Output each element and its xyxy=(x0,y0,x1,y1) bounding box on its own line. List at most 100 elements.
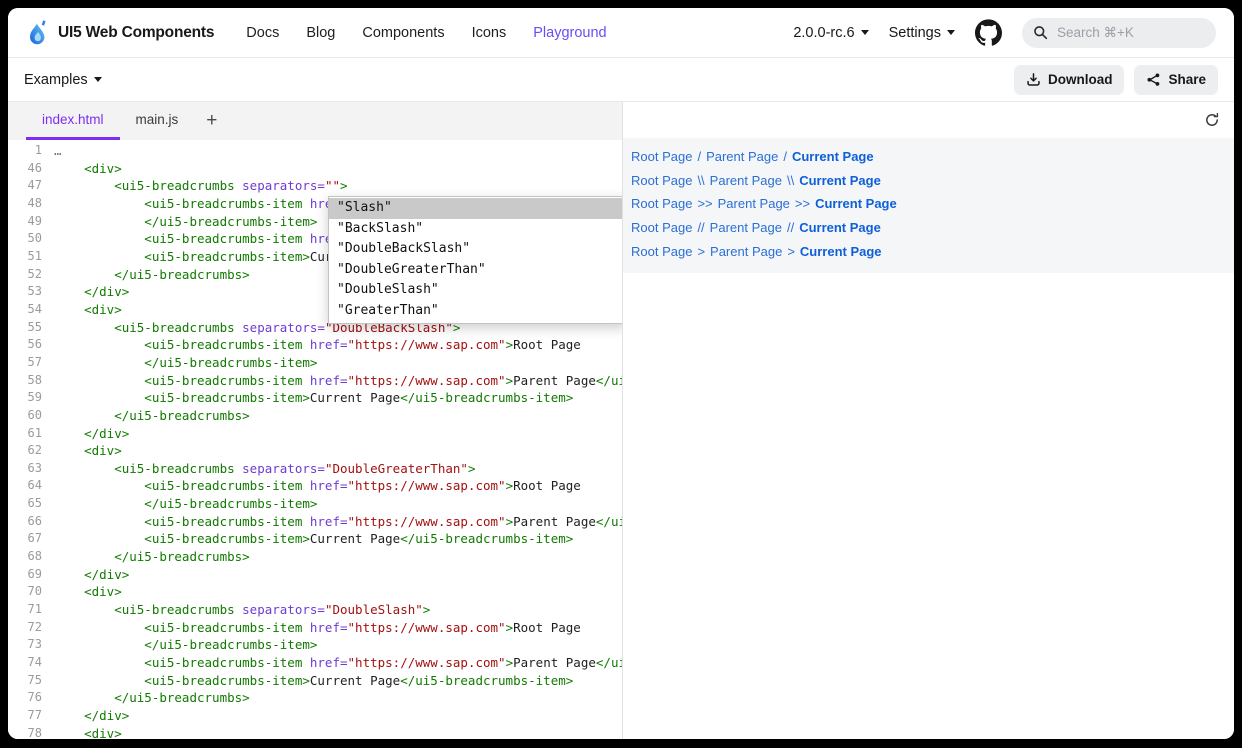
code-line[interactable]: 77 </div> xyxy=(8,707,622,725)
chevron-down-icon xyxy=(947,30,955,35)
code-token: href= xyxy=(302,619,347,637)
breadcrumb-current: Current Page xyxy=(815,196,897,211)
code-token: <ui5-breadcrumbs-item xyxy=(54,654,302,672)
code-token: > xyxy=(506,372,514,390)
code-line[interactable]: 68 </ui5-breadcrumbs> xyxy=(8,548,622,566)
code-line[interactable]: 60 </ui5-breadcrumbs> xyxy=(8,407,622,425)
breadcrumb-link[interactable]: Parent Page xyxy=(706,149,778,164)
code-token: <ui5-breadcrumbs xyxy=(54,319,235,337)
settings-menu[interactable]: Settings xyxy=(889,25,955,41)
breadcrumbs-preview: Root Page/Parent Page/Current PageRoot P… xyxy=(623,138,1234,273)
brand-logo[interactable]: UI5 Web Components xyxy=(26,19,214,46)
tab-main-js[interactable]: main.js xyxy=(120,102,195,140)
editor-tabbar: index.htmlmain.js + xyxy=(8,102,622,140)
nav-link-playground[interactable]: Playground xyxy=(533,25,606,41)
code-line[interactable]: 65 </ui5-breadcrumbs-item> xyxy=(8,495,622,513)
code-token: <ui5-breadcrumbs-item xyxy=(54,230,302,248)
autocomplete-option[interactable]: "GreaterThan" xyxy=(329,301,622,322)
code-line[interactable]: 72 <ui5-breadcrumbs-item href="https://w… xyxy=(8,619,622,637)
code-editor[interactable]: 1…46 <div>47 <ui5-breadcrumbs separators… xyxy=(8,140,622,739)
code-token: </div> xyxy=(54,283,129,301)
github-link[interactable] xyxy=(975,19,1002,46)
breadcrumb-link[interactable]: Root Page xyxy=(631,173,692,188)
code-line[interactable]: 67 <ui5-breadcrumbs-item>Current Page</u… xyxy=(8,530,622,548)
code-token: </div> xyxy=(54,425,129,443)
code-token: <ui5-breadcrumbs-item> xyxy=(54,389,310,407)
autocomplete-option[interactable]: "DoubleBackSlash" xyxy=(329,239,622,260)
code-line[interactable]: 69 </div> xyxy=(8,566,622,584)
line-number: 53 xyxy=(8,283,54,301)
code-line[interactable]: 70 <div> xyxy=(8,583,622,601)
code-token: </ui5-breadcrumbs-item> xyxy=(400,672,573,690)
code-token: <ui5-breadcrumbs xyxy=(54,601,235,619)
version-selector[interactable]: 2.0.0-rc.6 xyxy=(793,25,868,41)
autocomplete-option[interactable]: "BackSlash" xyxy=(329,219,622,240)
download-button[interactable]: Download xyxy=(1014,65,1125,95)
tab-index-html[interactable]: index.html xyxy=(26,102,120,140)
code-line[interactable]: 73 </ui5-breadcrumbs-item> xyxy=(8,636,622,654)
code-line[interactable]: 63 <ui5-breadcrumbs separators="DoubleGr… xyxy=(8,460,622,478)
line-number: 47 xyxy=(8,177,54,195)
code-line[interactable]: 59 <ui5-breadcrumbs-item>Current Page</u… xyxy=(8,389,622,407)
breadcrumb-link[interactable]: Root Page xyxy=(631,196,692,211)
line-number: 52 xyxy=(8,266,54,284)
app-window: UI5 Web Components Docs Blog Components Ico… xyxy=(8,8,1234,739)
code-line[interactable]: 57 </ui5-breadcrumbs-item> xyxy=(8,354,622,372)
code-line[interactable]: 76 </ui5-breadcrumbs> xyxy=(8,689,622,707)
share-button[interactable]: Share xyxy=(1134,65,1218,95)
code-token: Root Page xyxy=(513,619,581,637)
code-line[interactable]: 71 <ui5-breadcrumbs separators="DoubleSl… xyxy=(8,601,622,619)
autocomplete-option[interactable]: "Slash" xyxy=(329,198,622,219)
code-line[interactable]: 1… xyxy=(8,142,622,160)
search-input[interactable] xyxy=(1055,24,1179,41)
code-line[interactable]: 61 </div> xyxy=(8,425,622,443)
chevron-down-icon xyxy=(861,30,869,35)
breadcrumb-link[interactable]: Root Page xyxy=(631,220,692,235)
main-split: index.htmlmain.js + 1…46 <div>47 <ui5-br… xyxy=(8,102,1234,739)
download-label: Download xyxy=(1048,72,1113,87)
line-number: 55 xyxy=(8,319,54,337)
code-line[interactable]: 74 <ui5-breadcrumbs-item href="https://w… xyxy=(8,654,622,672)
breadcrumb-separator: \\ xyxy=(697,173,704,188)
nav-link-blog[interactable]: Blog xyxy=(306,25,335,41)
code-token: separators= xyxy=(235,319,325,337)
breadcrumb-separator: \\ xyxy=(787,173,794,188)
code-line[interactable]: 62 <div> xyxy=(8,442,622,460)
code-line[interactable]: 46 <div> xyxy=(8,160,622,178)
breadcrumb-link[interactable]: Root Page xyxy=(631,244,692,259)
new-tab-button[interactable]: + xyxy=(194,102,229,140)
autocomplete-option[interactable]: "DoubleSlash" xyxy=(329,280,622,301)
autocomplete-option[interactable]: "DoubleGreaterThan" xyxy=(329,260,622,281)
code-line[interactable]: 47 <ui5-breadcrumbs separators=""> xyxy=(8,177,622,195)
search-box[interactable] xyxy=(1022,18,1216,48)
line-number: 1 xyxy=(8,142,54,160)
code-line[interactable]: 58 <ui5-breadcrumbs-item href="https://w… xyxy=(8,372,622,390)
nav-links: Docs Blog Components Icons Playground xyxy=(246,25,606,41)
code-line[interactable]: 78 <div> xyxy=(8,725,622,739)
autocomplete-dropdown: "Slash""BackSlash""DoubleBackSlash""Doub… xyxy=(328,196,622,324)
code-token: <div> xyxy=(54,301,122,319)
code-token: </ui5-breadcrumbs-item> xyxy=(400,530,573,548)
refresh-icon[interactable] xyxy=(1204,112,1220,128)
nav-link-icons[interactable]: Icons xyxy=(472,25,507,41)
examples-label: Examples xyxy=(24,72,88,88)
code-line[interactable]: 64 <ui5-breadcrumbs-item href="https://w… xyxy=(8,477,622,495)
breadcrumb-link[interactable]: Parent Page xyxy=(718,196,790,211)
line-number: 57 xyxy=(8,354,54,372)
code-token: </ui5-breadcrumbs-item> xyxy=(596,372,622,390)
code-line[interactable]: 56 <ui5-breadcrumbs-item href="https://w… xyxy=(8,336,622,354)
breadcrumb-link[interactable]: Parent Page xyxy=(710,244,782,259)
breadcrumb-current: Current Page xyxy=(792,149,874,164)
line-number: 71 xyxy=(8,601,54,619)
examples-dropdown[interactable]: Examples xyxy=(24,72,102,88)
nav-link-docs[interactable]: Docs xyxy=(246,25,279,41)
flame-icon xyxy=(26,19,49,46)
code-token: "https://www.sap.com" xyxy=(348,336,506,354)
code-line[interactable]: 66 <ui5-breadcrumbs-item href="https://w… xyxy=(8,513,622,531)
breadcrumb-link[interactable]: Parent Page xyxy=(710,173,782,188)
nav-link-components[interactable]: Components xyxy=(362,25,444,41)
breadcrumb-link[interactable]: Root Page xyxy=(631,149,692,164)
share-icon xyxy=(1146,72,1161,87)
code-line[interactable]: 75 <ui5-breadcrumbs-item>Current Page</u… xyxy=(8,672,622,690)
breadcrumb-link[interactable]: Parent Page xyxy=(710,220,782,235)
